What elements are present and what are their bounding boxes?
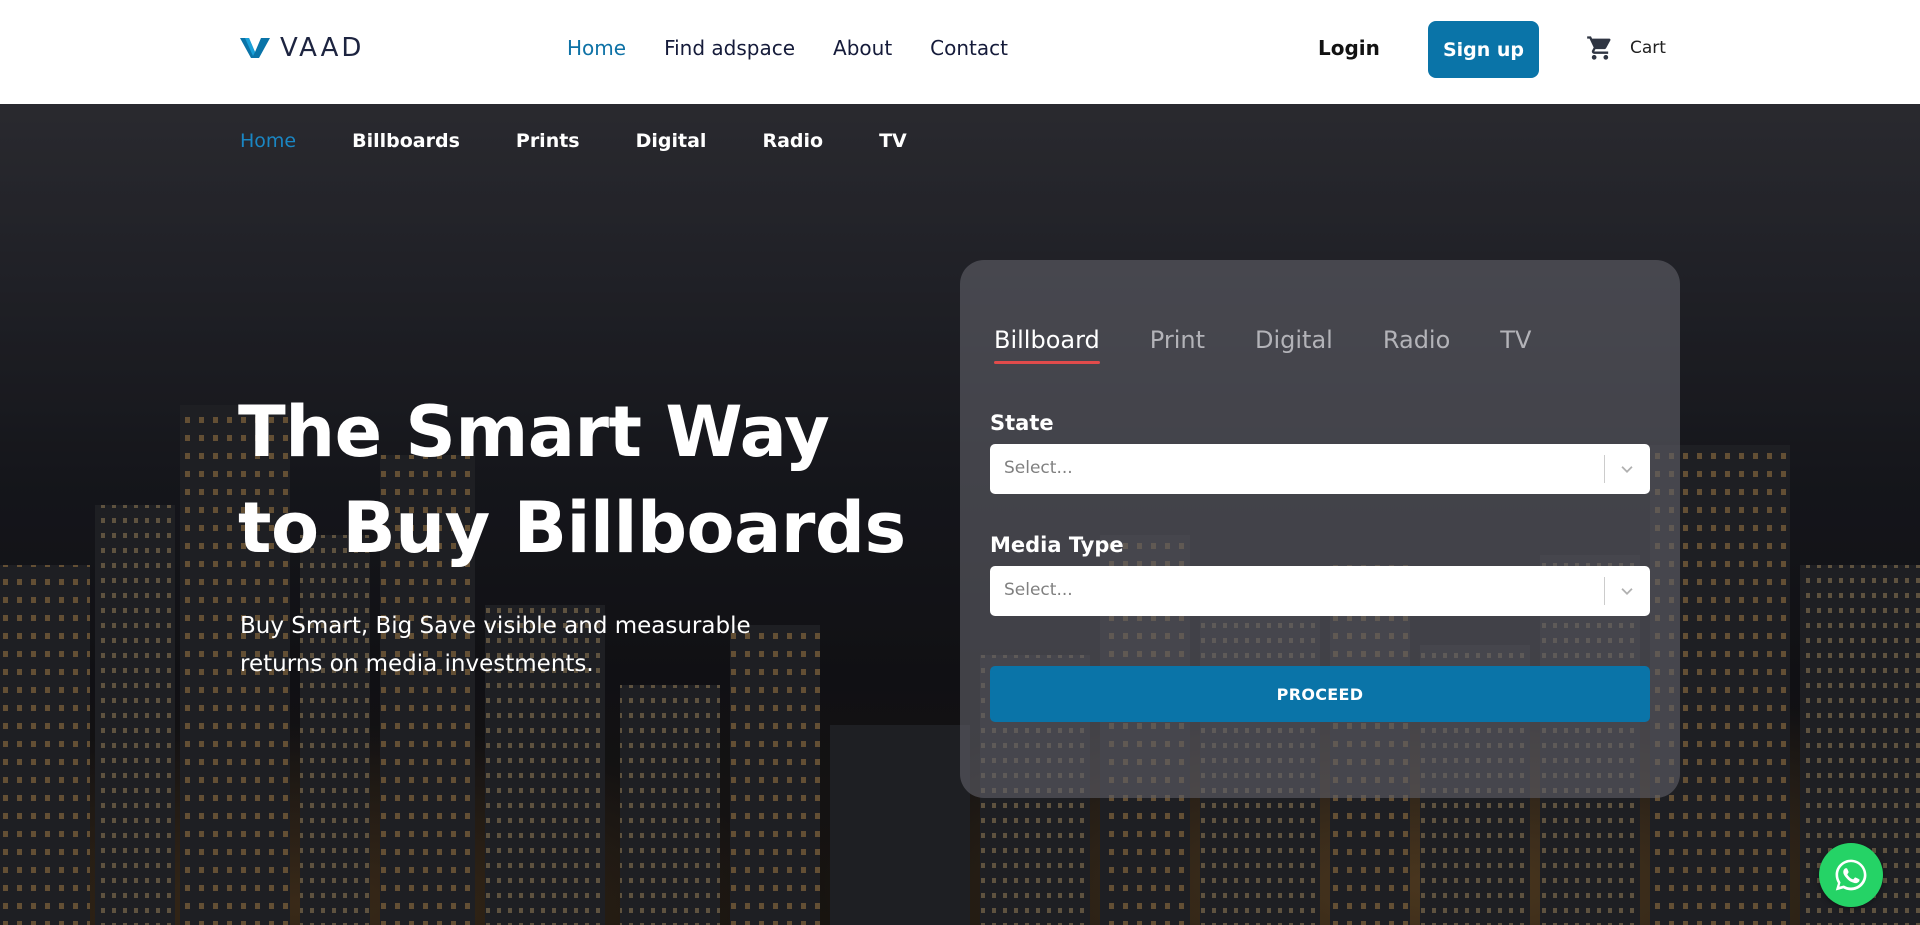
chevron-down-icon <box>1621 588 1633 595</box>
main-nav: Home Find adspace About Contact <box>567 36 1008 60</box>
media-search-card: Billboard Print Digital Radio TV State S… <box>960 260 1680 798</box>
media-type-label: Media Type <box>990 533 1124 557</box>
brand-name: VAAD <box>280 33 365 63</box>
tab-radio[interactable]: Radio <box>1383 326 1450 364</box>
subnav-tv[interactable]: TV <box>879 130 907 152</box>
cart-link[interactable]: Cart <box>1586 34 1666 62</box>
state-label: State <box>990 411 1054 435</box>
subnav-billboards[interactable]: Billboards <box>352 130 460 152</box>
cart-icon <box>1587 36 1611 60</box>
select-separator <box>1604 455 1605 483</box>
chevron-down-icon <box>1621 466 1633 473</box>
tab-tv[interactable]: TV <box>1500 326 1531 364</box>
tab-digital[interactable]: Digital <box>1255 326 1333 364</box>
media-type-select[interactable]: Select... <box>990 566 1650 616</box>
subnav-digital[interactable]: Digital <box>636 130 707 152</box>
state-select[interactable]: Select... <box>990 444 1650 494</box>
nav-find-adspace[interactable]: Find adspace <box>664 36 795 60</box>
cart-label: Cart <box>1630 38 1666 58</box>
select-separator <box>1604 577 1605 605</box>
login-link[interactable]: Login <box>1318 36 1380 60</box>
whatsapp-icon <box>1835 859 1867 891</box>
nav-contact[interactable]: Contact <box>930 36 1008 60</box>
nav-home[interactable]: Home <box>567 36 626 60</box>
media-tabs: Billboard Print Digital Radio TV <box>994 326 1531 364</box>
hero-subtitle: Buy Smart, Big Save visible and measurab… <box>240 613 751 677</box>
proceed-button[interactable]: PROCEED <box>990 666 1650 722</box>
logo-mark-icon <box>240 38 270 58</box>
subnav-radio[interactable]: Radio <box>762 130 823 152</box>
site-header: VAAD Home Find adspace About Contact Log… <box>0 0 1920 104</box>
hero-title-line-2: to Buy Billboards <box>238 487 906 569</box>
tab-print[interactable]: Print <box>1150 326 1205 364</box>
state-select-value: Select... <box>1004 458 1073 478</box>
subnav-home[interactable]: Home <box>240 130 296 152</box>
tab-billboard[interactable]: Billboard <box>994 326 1100 364</box>
brand-logo[interactable]: VAAD <box>240 33 364 63</box>
nav-about[interactable]: About <box>833 36 892 60</box>
subnav-prints[interactable]: Prints <box>516 130 580 152</box>
category-nav: Home Billboards Prints Digital Radio TV <box>240 130 907 152</box>
whatsapp-chat-button[interactable] <box>1819 843 1883 907</box>
signup-button[interactable]: Sign up <box>1428 21 1539 78</box>
hero-title-line-1: The Smart Way <box>238 391 830 473</box>
media-type-select-value: Select... <box>1004 580 1073 600</box>
hero-title: The Smart Way to Buy Billboards <box>238 384 938 576</box>
hero-section: Home Billboards Prints Digital Radio TV … <box>0 104 1920 925</box>
